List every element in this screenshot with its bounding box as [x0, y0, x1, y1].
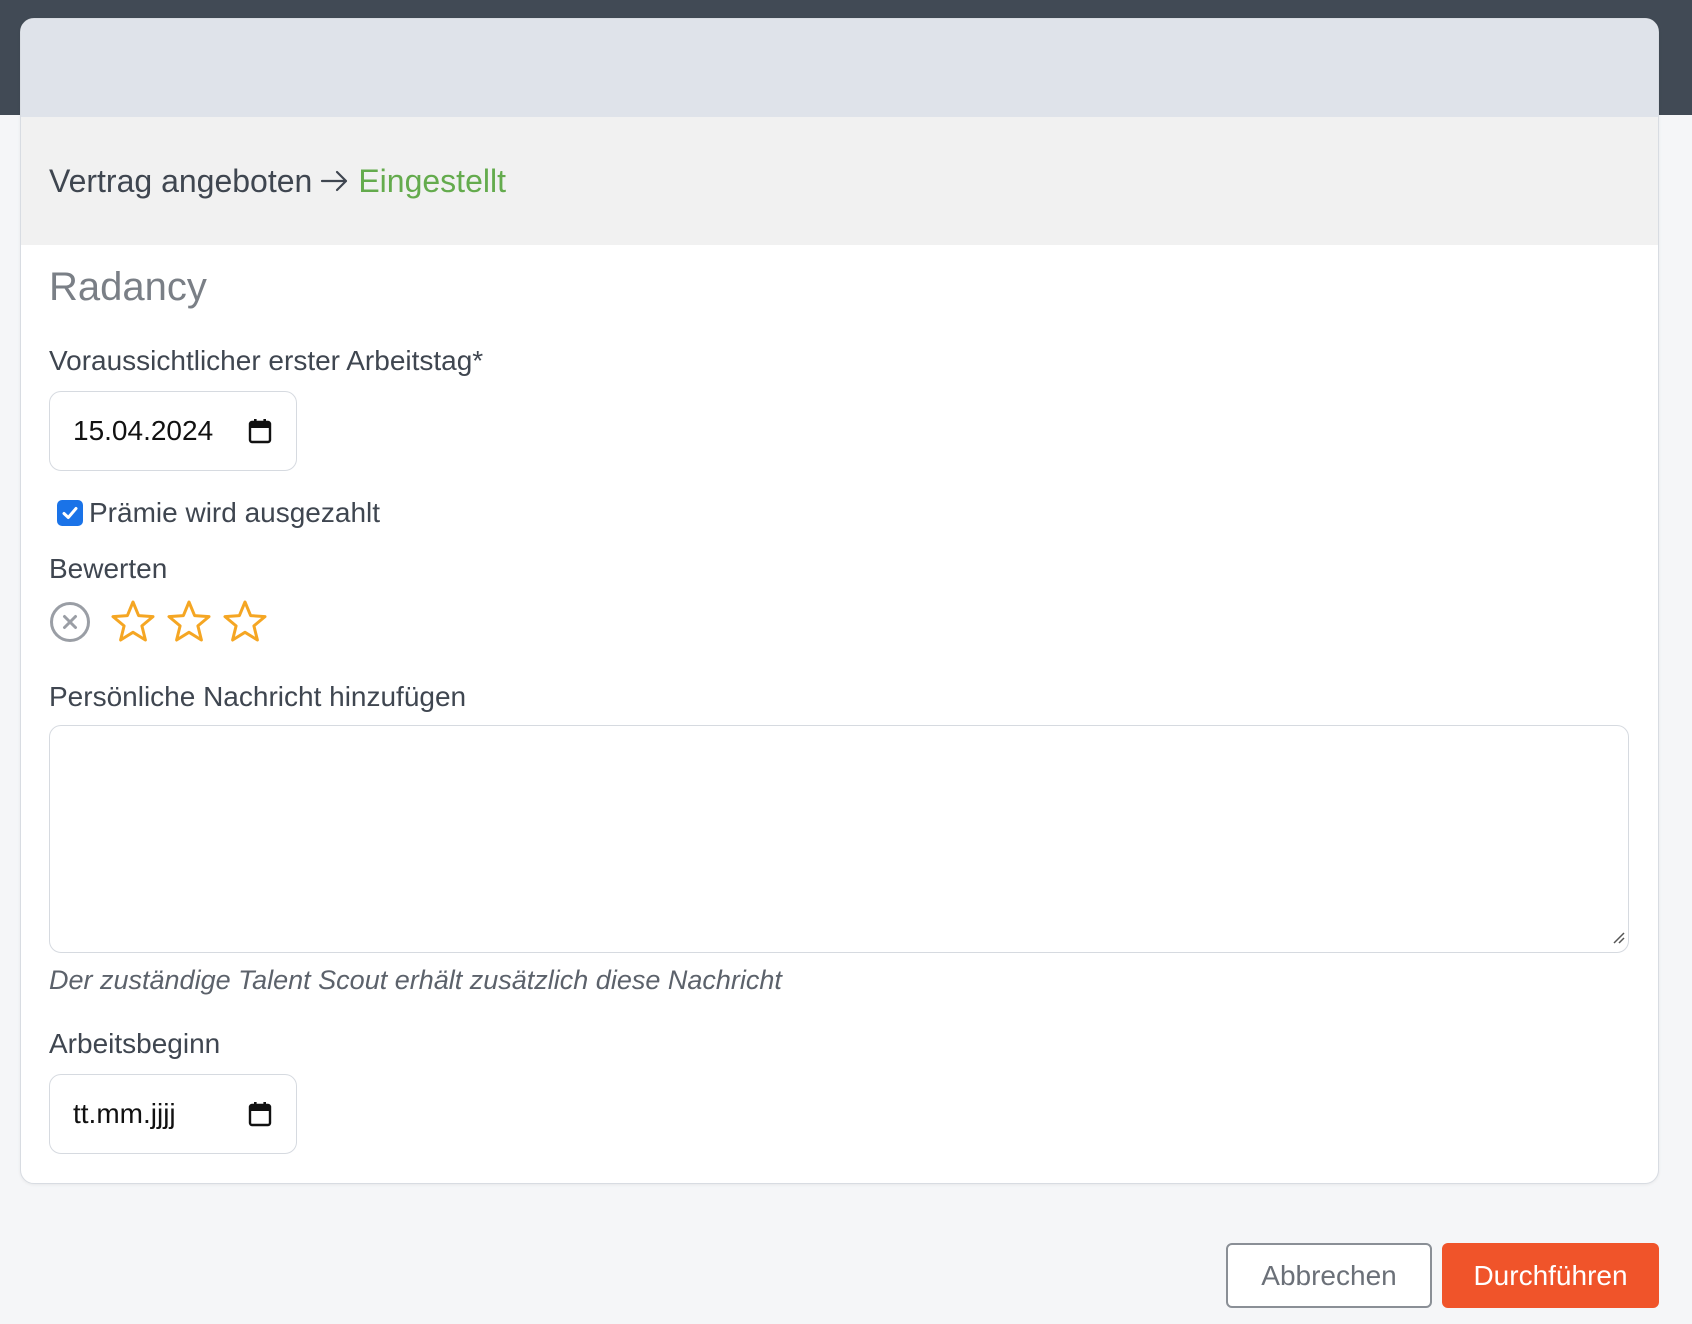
status-from: Vertrag angeboten	[49, 162, 313, 199]
status-transition: Vertrag angeboten Eingestellt	[21, 117, 1658, 245]
dialog-header	[21, 19, 1658, 117]
calendar-icon[interactable]	[248, 1101, 272, 1127]
resize-handle-icon[interactable]	[1610, 929, 1626, 950]
message-label: Persönliche Nachricht hinzufügen	[49, 681, 467, 712]
dialog-footer: Abbrechen Durchführen	[0, 1243, 1692, 1308]
bonus-label: Prämie wird ausgezahlt	[89, 497, 381, 528]
cancel-button[interactable]: Abbrechen	[1226, 1243, 1432, 1308]
first-workday-label: Voraussichtlicher erster Arbeitstag*	[49, 345, 484, 376]
status-change-dialog: Vertrag angeboten Eingestellt Radancy Vo…	[20, 18, 1659, 1184]
clear-rating-icon[interactable]	[49, 601, 91, 643]
star-3-icon[interactable]	[221, 599, 269, 645]
message-hint: Der zuständige Talent Scout erhält zusät…	[49, 965, 782, 995]
first-workday-value: 15.04.2024	[73, 415, 214, 446]
company-name: Radancy	[49, 265, 207, 309]
calendar-icon[interactable]	[248, 418, 272, 444]
bonus-checkbox-row: Prämie wird ausgezahlt	[49, 497, 1630, 529]
work-start-placeholder: tt.mm.jjjj	[73, 1098, 176, 1129]
status-to: Eingestellt	[358, 162, 506, 199]
first-workday-date-input[interactable]: 15.04.2024	[49, 391, 297, 471]
star-rating	[49, 599, 1630, 645]
submit-button[interactable]: Durchführen	[1442, 1243, 1659, 1308]
arrow-right-icon	[320, 169, 350, 193]
rating-label: Bewerten	[49, 553, 168, 584]
work-start-label: Arbeitsbeginn	[49, 1028, 221, 1059]
star-1-icon[interactable]	[109, 599, 157, 645]
star-2-icon[interactable]	[165, 599, 213, 645]
bonus-checkbox[interactable]	[57, 500, 83, 526]
work-start-date-input[interactable]: tt.mm.jjjj	[49, 1074, 297, 1154]
personal-message-textarea[interactable]	[49, 725, 1629, 953]
dialog-body: Radancy Voraussichtlicher erster Arbeits…	[21, 245, 1658, 1154]
